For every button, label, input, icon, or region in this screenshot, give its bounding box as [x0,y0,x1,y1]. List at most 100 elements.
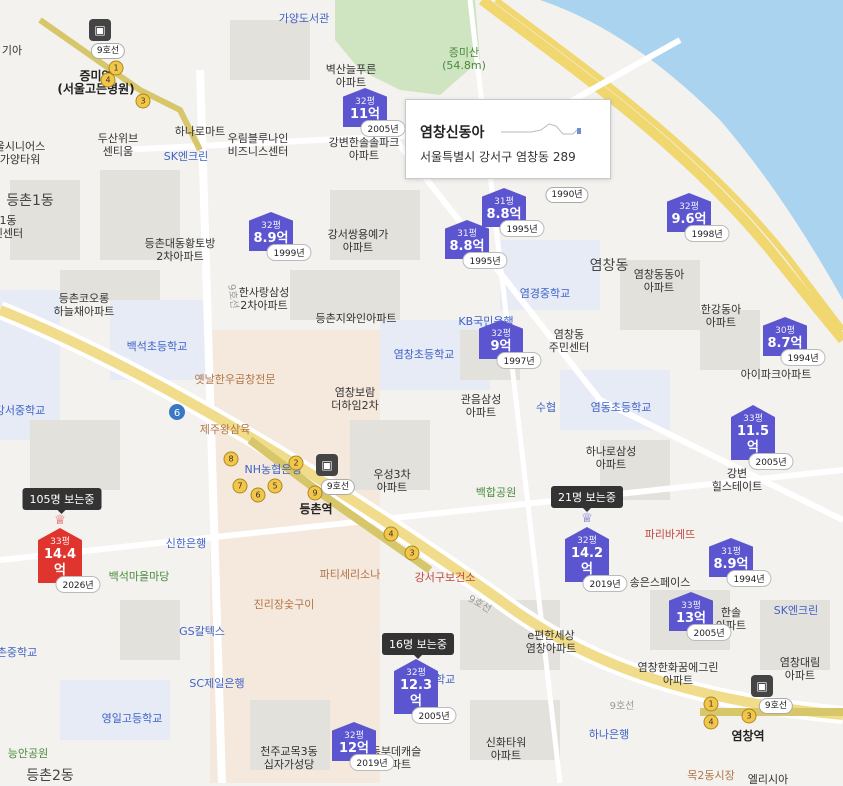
exit-badge: 8 [223,451,239,467]
price-marker[interactable]: 30평 8.7억 1994년 [761,317,826,366]
crown-icon: ♕ [54,513,66,528]
map-label-yeomgyeong-school: 염경중학교 [519,287,571,300]
price-marker[interactable]: 31평 8.8억 1995년 [443,220,508,269]
price-marker[interactable]: 32평 8.9억 1999년 [247,212,312,261]
map-label-sk-enclean-2: SK엔크린 [773,604,819,617]
marker-year: 1997년 [496,352,542,369]
marker-pyeong: 32평 [261,221,281,231]
map-label-sc-bank: SC제일은행 [189,677,245,690]
map-label-jeungmi-station: 증미역 (서울고든병원) [57,69,135,96]
map-label-old-gopchang: 옛날한우곱창전문 [194,373,276,386]
subway-line-tag: 9호선 [758,698,794,714]
map-label-hanaro-samsung: 하나로삼성 아파트 [585,445,637,471]
map-label-gangseo-health: 강서구보건소 [414,571,476,584]
map-label-gs-caltex: GS칼텍스 [179,625,225,638]
price-marker[interactable]: 32평 12억 2019년 [330,722,395,771]
map-label-paris-sinsona: 파티세리소나 [319,568,381,581]
price-marker[interactable]: 32평 14.2억 2019년 [563,527,628,592]
map-label-gaya-library: 가양도서관 [278,12,330,25]
marker-year: 1994년 [780,349,826,366]
map-label-sk-enclean-1: SK엔크린 [163,150,209,163]
map-label-deungchon-jung: 등촌중학교 [0,646,38,659]
map-label-yeomchang-station: 염창역 [731,729,765,743]
price-marker[interactable]: 33평 11.5억 2005년 [729,405,794,470]
marker-year: 2005년 [360,120,406,137]
exit-badge: 5 [267,478,283,494]
subway-line-tag: 9호선 [90,43,126,59]
map-label-hanyang-samsung: 한사랑삼성 2차아파트 [238,286,290,312]
marker-year: 2026년 [55,576,101,593]
marker-year: 2005년 [686,624,732,641]
map-label-deungchon-jiwon: 등촌지와인아파트 [315,312,397,325]
marker-year: 1995년 [499,220,545,237]
map-label-sincheon1: 1동민센터 [0,214,24,240]
marker-pyeong: 33평 [681,601,701,611]
map-label-gwaneum-samsung: 관음삼성 아파트 [460,393,502,419]
marker-year: 2019년 [582,575,628,592]
marker-year: 2005년 [748,453,794,470]
map-label-suhyup: 수협 [535,401,557,414]
map-label-baekseok-school: 백석초등학교 [126,340,188,353]
map-label-deungchon-koorong: 등촌코오롱 하늘채아파트 [53,292,115,318]
exit-badge: 4 [703,714,719,730]
map-label-epyeonhan: e편한세상 염창아파트 [525,629,577,655]
marker-year: 2019년 [349,754,395,771]
exit-badge: 3 [135,93,151,109]
map-label-ulsinius: 울시니어스가양타워 [0,140,46,166]
price-marker[interactable]: 32평 9.6억 1998년 [665,193,730,242]
map-label-neungan-park: 능안공원 [7,747,49,760]
house-marker-icon: 32평 12.3억 [394,659,438,714]
price-marker[interactable]: 33평 14.4억 2026년 [36,528,101,593]
marker-pyeong: 31평 [721,547,741,557]
marker-pyeong: 33평 [743,414,763,424]
exit-badge: 6 [250,487,266,503]
viewers-bubble: 105명 보는중 [22,488,102,514]
house-marker-icon: 33평 14.4억 [38,528,82,583]
price-sparkline-icon [501,123,581,135]
map-label-mok2dong: 목2동시장 [687,769,735,782]
map-label-jeungmisan: 증미산 (54.8m) [442,46,486,72]
apartment-popup[interactable]: 염창신동아 서울특별시 강서구 염창동 289 [405,99,611,179]
price-marker[interactable]: 33평 13억 2005년 [667,592,732,641]
map-label-gukgi: 기아 [1,44,23,57]
marker-year: 1998년 [684,225,730,242]
map-label-yeongil-school: 영일고등학교 [101,712,163,725]
price-marker[interactable]: 32평 12.3억 2005년 [392,659,457,724]
map-label-sinhan-bank: 신한은행 [165,537,207,550]
marker-pyeong: 31평 [457,229,477,239]
subway-icon[interactable]: ▣ [751,675,773,697]
marker-pyeong: 32평 [679,202,699,212]
marker-year: 2005년 [411,707,457,724]
marker-pyeong: 31평 [494,197,514,207]
subway-icon[interactable]: ▣ [89,19,111,41]
marker-pyeong: 30평 [775,326,795,336]
price-marker[interactable]: 32평 11억 2005년 [341,88,406,137]
price-marker[interactable]: 32평 9억 1997년 [477,320,542,369]
map-label-yeomchang-daerim: 염창대림 아파트 [779,656,821,682]
map-label-baekhap-park: 백합공원 [475,486,517,499]
map-label-deungchon-station: 등촌역 [299,502,333,516]
map-label-woosung: 우성3차 아파트 [373,468,411,494]
map-label-yeomdong-school: 염동초등학교 [590,401,652,414]
marker-pyeong: 32평 [355,97,375,107]
map-label-ssangyong: 강서쌍용예가 아파트 [327,228,389,254]
map-label-deungchon-2dong: 등촌2동 [26,768,74,784]
exit-badge: 7 [232,478,248,494]
map-label-hana-mart: 하나로마트 [174,125,226,138]
route-number: 6 [174,408,180,419]
viewers-bubble: 16명 보는중 [382,633,454,659]
map-label-yeomchang-elementary: 염창초등학교 [393,348,455,361]
map-label-jinrijang: 진리장숯구이 [253,598,315,611]
exit-badge: 2 [288,455,304,471]
marker-price: 14.2억 [570,546,604,577]
exit-badge: 3 [404,545,420,561]
crown-icon: ♕ [581,511,593,526]
map-label-elysia: 엘리시아 [747,773,789,786]
subway-icon[interactable]: ▣ [316,454,338,476]
marker-pyeong: 32평 [406,668,426,678]
marker-price: 11.5억 [736,424,770,455]
map-label-yeomchang-dong: 염창동 [589,258,629,274]
price-marker[interactable]: 31평 8.9억 1994년 [707,538,772,587]
map-label-deungchon-1dong: 등촌1동 [6,193,54,209]
map-label-gangseo-mid: 강서중학교 [0,404,46,417]
